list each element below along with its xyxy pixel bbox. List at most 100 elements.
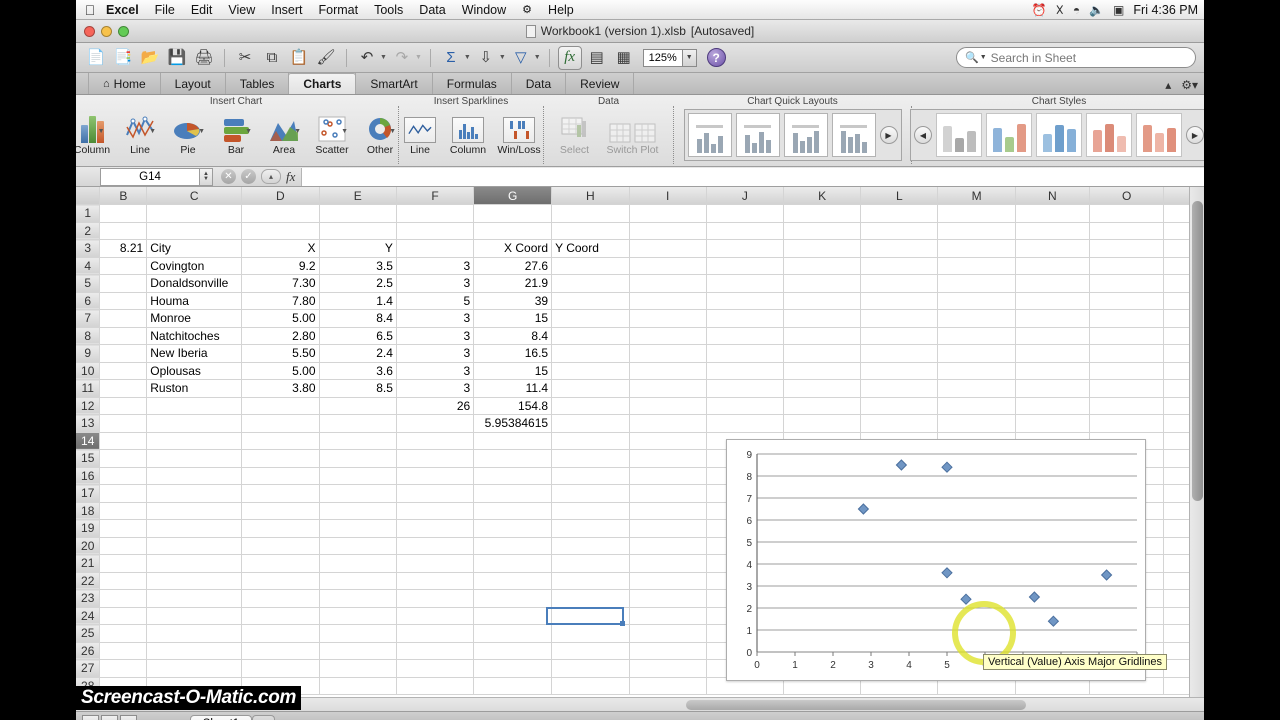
cell-B19[interactable] [99, 519, 148, 538]
cell-H28[interactable] [551, 677, 630, 695]
undo-button[interactable]: ↶ [355, 46, 379, 70]
cell-I20[interactable] [629, 537, 707, 555]
cell-H26[interactable] [551, 642, 630, 660]
row-header-1[interactable]: 1 [76, 204, 101, 223]
cell-D14[interactable] [241, 432, 320, 450]
cell-N13[interactable] [1015, 414, 1091, 433]
cell-I27[interactable] [629, 659, 707, 678]
column-header-M[interactable]: M [937, 187, 1016, 205]
menu-clock[interactable]: Fri 4:36 PM [1133, 3, 1198, 17]
zoom-button[interactable] [118, 26, 129, 37]
cell-K13[interactable] [783, 414, 862, 433]
cell-I26[interactable] [629, 642, 707, 660]
zoom-control[interactable]: 125% ▼ [642, 48, 697, 67]
row-header-15[interactable]: 15 [76, 449, 101, 468]
cell-H5[interactable] [551, 274, 630, 293]
cell-I19[interactable] [629, 519, 707, 538]
cell-J12[interactable] [706, 397, 785, 415]
cell-H2[interactable] [551, 222, 630, 240]
cell-J4[interactable] [706, 257, 785, 275]
undo-dropdown-icon[interactable]: ▼ [380, 54, 387, 61]
cell-K10[interactable] [783, 362, 862, 380]
insert-line-chart-button[interactable]: ▼ Line [117, 109, 163, 156]
cell-G18[interactable] [473, 502, 553, 520]
cell-D17[interactable] [241, 484, 320, 503]
cell-G2[interactable] [473, 222, 553, 240]
cell-E12[interactable] [319, 397, 397, 415]
cell-I1[interactable] [629, 204, 707, 223]
column-header-I[interactable]: I [629, 187, 707, 205]
cell-L9[interactable] [860, 344, 939, 363]
cell-B2[interactable] [99, 222, 148, 240]
cell-E26[interactable] [319, 642, 397, 660]
cell-D16[interactable] [241, 467, 320, 485]
cell-B6[interactable] [99, 292, 148, 310]
cell-G24[interactable] [473, 607, 553, 625]
cell-B14[interactable] [99, 432, 148, 450]
cell-H10[interactable] [551, 362, 630, 380]
cell-G14[interactable] [473, 432, 553, 450]
cell-L8[interactable] [860, 327, 939, 345]
cell-C13[interactable] [146, 414, 243, 433]
cell-F3[interactable] [396, 239, 475, 258]
cell-F5[interactable]: 3 [396, 274, 475, 293]
chart-style-thumb[interactable] [1136, 113, 1182, 157]
cell-M12[interactable] [937, 397, 1016, 415]
cell-F23[interactable] [396, 589, 475, 608]
cell-D12[interactable] [241, 397, 320, 415]
input-menu-icon[interactable]: ▣ [1113, 0, 1124, 20]
cell-D2[interactable] [241, 222, 320, 240]
cell-D4[interactable]: 9.2 [241, 257, 320, 275]
cell-L7[interactable] [860, 309, 939, 328]
switch-plot-button[interactable]: Switch Plot [600, 109, 666, 156]
sheet-tab-sheet1[interactable]: Sheet1 [189, 715, 253, 720]
gear-icon[interactable]: ⚙▾ [1181, 78, 1198, 92]
cell-I21[interactable] [629, 554, 707, 573]
quick-layout-thumb[interactable] [735, 113, 780, 157]
cell-F28[interactable] [396, 677, 475, 695]
cell-O7[interactable] [1089, 309, 1165, 328]
sparkline-winloss-button[interactable]: Win/Loss [493, 109, 545, 156]
cell-F19[interactable] [396, 519, 475, 538]
cell-G15[interactable] [473, 449, 553, 468]
cell-C19[interactable] [146, 519, 243, 538]
cell-G10[interactable]: 15 [473, 362, 553, 380]
cell-C24[interactable] [146, 607, 243, 625]
chevron-down-icon[interactable]: ▼ [389, 128, 396, 135]
cell-O1[interactable] [1089, 204, 1165, 223]
menu-item-excel[interactable]: Excel [98, 0, 147, 20]
minimize-button[interactable] [101, 26, 112, 37]
row-header-2[interactable]: 2 [76, 222, 101, 240]
cell-G26[interactable] [473, 642, 553, 660]
cell-D21[interactable] [241, 554, 320, 573]
tab-home[interactable]: ⌂ Home [88, 73, 161, 94]
cell-E23[interactable] [319, 589, 397, 608]
cell-D26[interactable] [241, 642, 320, 660]
select-data-button[interactable]: Select [552, 109, 598, 156]
media-browser-button[interactable]: ▦ [612, 46, 636, 70]
cell-I2[interactable] [629, 222, 707, 240]
cell-I11[interactable] [629, 379, 707, 398]
tab-formulas[interactable]: Formulas [431, 73, 512, 94]
normal-view-button[interactable] [82, 715, 99, 720]
cell-N2[interactable] [1015, 222, 1091, 240]
sparkline-line-button[interactable]: Line [397, 109, 443, 156]
cell-B20[interactable] [99, 537, 148, 555]
redo-dropdown-icon[interactable]: ▼ [415, 54, 422, 61]
name-box-stepper-icon[interactable]: ▲ ▼ [200, 167, 213, 186]
cell-N9[interactable] [1015, 344, 1091, 363]
cell-N5[interactable] [1015, 274, 1091, 293]
cell-B7[interactable] [99, 309, 148, 328]
cell-D15[interactable] [241, 449, 320, 468]
cell-L4[interactable] [860, 257, 939, 275]
cell-F25[interactable] [396, 624, 475, 643]
cell-B12[interactable] [99, 397, 148, 415]
row-header-12[interactable]: 12 [76, 397, 101, 415]
cell-D10[interactable]: 5.00 [241, 362, 320, 380]
column-header-K[interactable]: K [783, 187, 862, 205]
column-header-H[interactable]: H [551, 187, 630, 205]
row-header-14[interactable]: 14 [76, 432, 101, 450]
cell-K11[interactable] [783, 379, 862, 398]
row-header-20[interactable]: 20 [76, 537, 101, 555]
cell-B13[interactable] [99, 414, 148, 433]
